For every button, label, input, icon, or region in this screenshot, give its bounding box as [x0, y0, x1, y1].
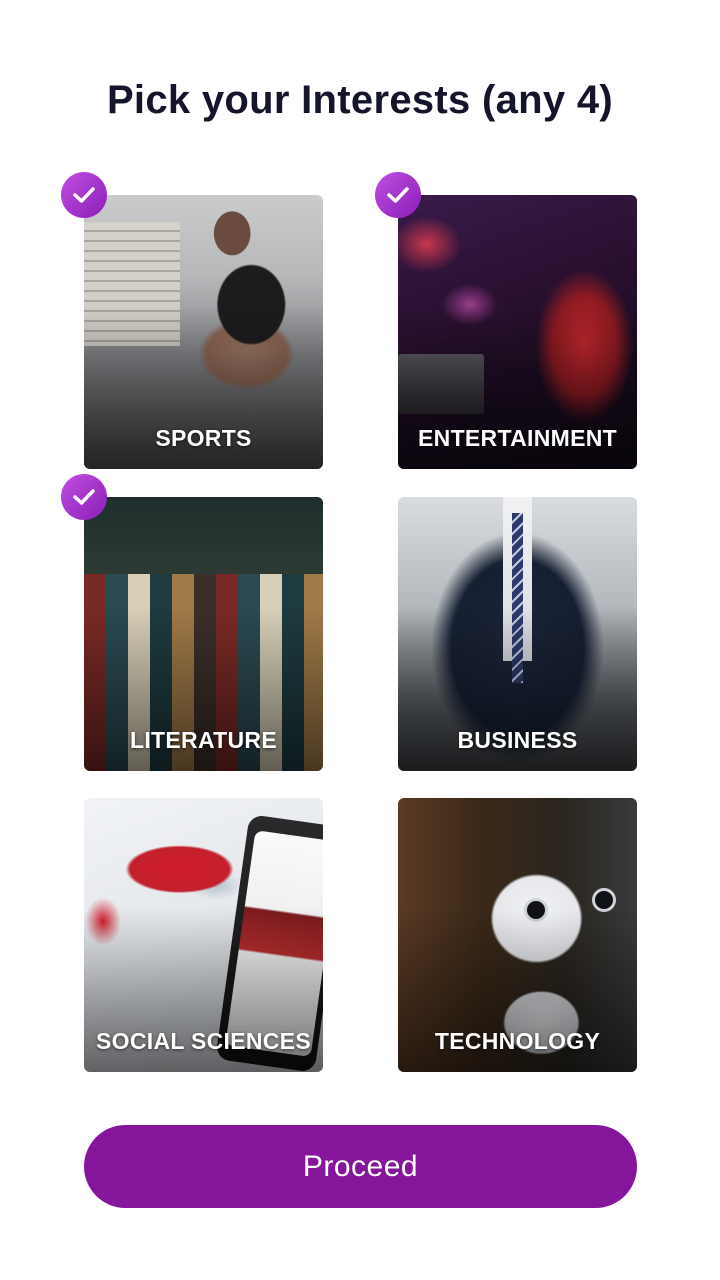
page-title: Pick your Interests (any 4) — [106, 78, 614, 122]
proceed-button[interactable]: Proceed — [84, 1125, 637, 1208]
interest-label: BUSINESS — [457, 727, 578, 753]
check-icon — [61, 172, 107, 218]
interest-tile-social-sciences[interactable]: SOCIAL SCIENCES — [84, 798, 323, 1072]
interest-picker-screen: Pick your Interests (any 4) SPORTS ENTER… — [0, 0, 720, 1280]
interest-label: TECHNOLOGY — [434, 1028, 601, 1054]
check-icon — [61, 474, 107, 520]
interest-label: ENTERTAINMENT — [418, 425, 617, 451]
interest-tile-business[interactable]: BUSINESS — [398, 497, 637, 771]
interest-label: LITERATURE — [130, 727, 277, 753]
interest-tile-entertainment[interactable]: ENTERTAINMENT — [375, 172, 637, 469]
interest-tile-technology[interactable]: TECHNOLOGY — [398, 798, 637, 1072]
interest-tile-sports[interactable]: SPORTS — [61, 172, 323, 469]
check-icon — [375, 172, 421, 218]
interest-label: SOCIAL SCIENCES — [96, 1028, 311, 1054]
interest-tile-literature[interactable]: LITERATURE — [61, 474, 323, 771]
interest-label: SPORTS — [155, 425, 252, 451]
